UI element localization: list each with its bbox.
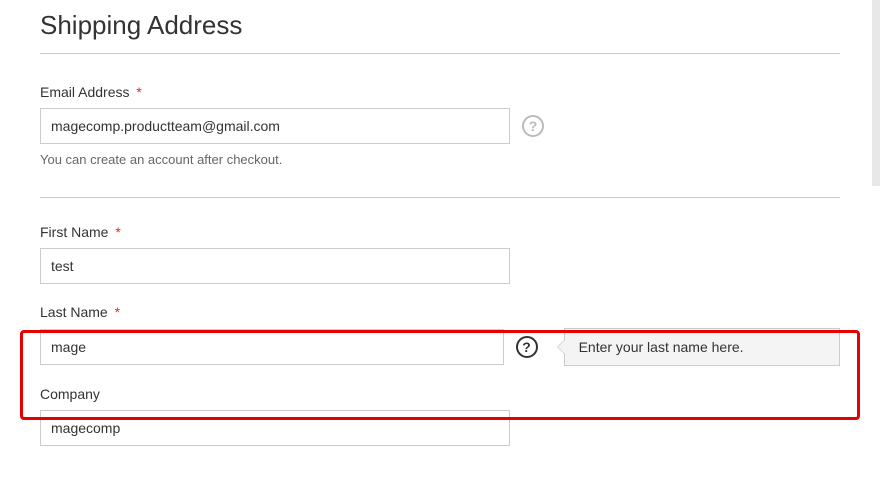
required-mark: *	[115, 224, 120, 240]
first-name-label-text: First Name	[40, 224, 108, 240]
email-input-row: ?	[40, 108, 840, 144]
page-title: Shipping Address	[40, 10, 840, 41]
section-divider	[40, 197, 840, 198]
first-name-input-row	[40, 248, 840, 284]
company-input[interactable]	[40, 410, 510, 446]
required-mark: *	[136, 84, 141, 100]
email-field: Email Address * ? You can create an acco…	[40, 84, 840, 167]
help-icon[interactable]: ?	[522, 115, 544, 137]
help-icon[interactable]: ?	[516, 336, 538, 358]
scrollbar[interactable]	[872, 0, 880, 186]
company-input-row	[40, 410, 840, 446]
first-name-input[interactable]	[40, 248, 510, 284]
email-input[interactable]	[40, 108, 510, 144]
last-name-field: Last Name * ? Enter your last name here.	[40, 304, 840, 366]
email-hint: You can create an account after checkout…	[40, 152, 840, 167]
company-label: Company	[40, 386, 840, 402]
title-divider	[40, 53, 840, 54]
last-name-input[interactable]	[40, 329, 504, 365]
company-label-text: Company	[40, 386, 100, 402]
tooltip-arrow-icon	[557, 339, 565, 355]
email-label: Email Address *	[40, 84, 840, 100]
required-mark: *	[115, 304, 120, 320]
tooltip-text: Enter your last name here.	[579, 339, 744, 355]
company-field: Company	[40, 386, 840, 446]
last-name-input-row: ? Enter your last name here.	[40, 328, 840, 366]
first-name-label: First Name *	[40, 224, 840, 240]
first-name-field: First Name *	[40, 224, 840, 284]
last-name-tooltip: Enter your last name here.	[564, 328, 840, 366]
email-label-text: Email Address	[40, 84, 129, 100]
last-name-label: Last Name *	[40, 304, 840, 320]
last-name-label-text: Last Name	[40, 304, 108, 320]
